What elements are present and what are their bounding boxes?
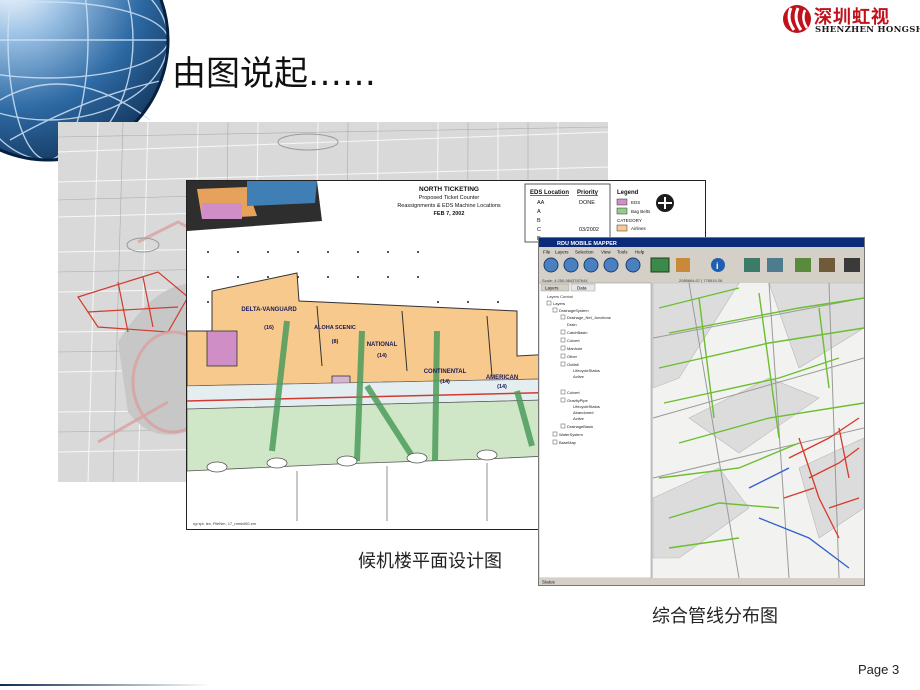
eds-row-location: B bbox=[537, 218, 541, 224]
airline-zone-label: DELTA-VANGUARD bbox=[241, 307, 297, 313]
layer-item[interactable]: Active bbox=[573, 374, 585, 379]
eds-row-priority: 03/2002 bbox=[579, 227, 599, 233]
airline-zone-code: (14) bbox=[440, 379, 450, 385]
layer-item[interactable]: GravityPipe bbox=[567, 398, 588, 403]
slide-title: 由图说起…… bbox=[172, 54, 376, 94]
airline-zone-label: AMERICAN bbox=[486, 375, 518, 381]
info-icon[interactable]: i bbox=[711, 258, 725, 272]
eds-table-header-priority: Priority bbox=[577, 190, 599, 196]
airline-zone-label: NATIONAL bbox=[367, 342, 398, 348]
zoom-out-icon[interactable] bbox=[563, 257, 579, 273]
plane-icon bbox=[656, 194, 674, 212]
edit-icon[interactable] bbox=[819, 258, 835, 272]
gis-menu-tools[interactable]: Tools bbox=[617, 250, 628, 255]
plan-title-line-4: FEB 7, 2002 bbox=[434, 211, 465, 217]
airline-zone-code: (14) bbox=[497, 384, 507, 390]
plan-legend-item: Airlines bbox=[631, 226, 647, 231]
layer-item[interactable]: Outfall bbox=[567, 362, 579, 367]
pan-hand-icon[interactable] bbox=[676, 258, 690, 272]
gis-menu-layers[interactable]: Layers bbox=[555, 250, 569, 255]
airline-zone-code: (14) bbox=[377, 353, 387, 359]
gis-tab-data[interactable]: Data bbox=[577, 286, 587, 291]
airline-zone-label: ALOHA SCENIC bbox=[314, 325, 356, 331]
plan-title-line-2: Proposed Ticket Counter bbox=[419, 195, 480, 201]
gis-coordinate-readout: 2085664.07 | 776519.26 bbox=[679, 278, 723, 283]
plan-legend-item: EDS bbox=[631, 200, 640, 205]
layer-item[interactable]: DrainageBasin bbox=[567, 424, 593, 429]
draw-icon[interactable] bbox=[795, 258, 811, 272]
plan-title-line-3: Reassignments & EDS Machine Locations bbox=[397, 203, 501, 209]
logo-emblem-icon bbox=[783, 5, 811, 33]
layer-item[interactable]: Layers bbox=[553, 301, 565, 306]
overview-map-icon[interactable] bbox=[650, 257, 670, 273]
company-logo: 深圳虹视 SHENZHEN HONGSHI bbox=[780, 2, 920, 42]
gis-status-label: Status bbox=[542, 580, 556, 585]
measure-icon[interactable] bbox=[744, 258, 760, 272]
gis-scale-readout: Scale: 4:250,9843787644 bbox=[542, 278, 588, 283]
layers-control-label: Layers Control bbox=[547, 294, 573, 299]
zoom-in-icon[interactable] bbox=[543, 257, 559, 273]
plan-legend-item: Bag Belts bbox=[631, 209, 651, 214]
layer-item[interactable]: CatchBasin bbox=[567, 330, 587, 335]
zoom-extent-icon[interactable] bbox=[583, 257, 599, 273]
gis-menu-view[interactable]: View bbox=[601, 250, 611, 255]
plan-legend-title: Legend bbox=[617, 190, 639, 196]
airline-zone-label: CONTINENTAL bbox=[424, 369, 467, 375]
gis-menu-help[interactable]: Help bbox=[635, 250, 645, 255]
eds-row-priority: DONE bbox=[579, 200, 595, 206]
gis-tab-layers[interactable]: Layers bbox=[545, 286, 559, 291]
layer-item[interactable]: WaterSystem bbox=[559, 432, 584, 437]
layer-item[interactable]: BaseMap bbox=[559, 440, 577, 445]
layer-item[interactable]: LifecycleStatus bbox=[573, 404, 600, 409]
eds-row-location: A bbox=[537, 209, 541, 215]
trace-icon[interactable] bbox=[844, 258, 860, 272]
search-icon[interactable] bbox=[625, 257, 641, 273]
layer-item[interactable]: Culvert bbox=[567, 390, 581, 395]
layer-item[interactable]: Abandoned bbox=[573, 410, 593, 415]
layer-item[interactable]: Active bbox=[573, 416, 585, 421]
layer-item[interactable]: Drainage_Net_Junctions bbox=[567, 315, 611, 320]
gis-menu-file[interactable]: File bbox=[543, 250, 551, 255]
svg-text:i: i bbox=[716, 261, 719, 271]
eds-row-location: AA bbox=[537, 200, 545, 206]
brand-name-en: SHENZHEN HONGSHI bbox=[815, 25, 920, 35]
layer-item[interactable]: LifecycleStatus bbox=[573, 368, 600, 373]
airline-zone-code: (16) bbox=[264, 325, 274, 331]
plan-legend-item: CATEGORY bbox=[617, 218, 642, 223]
zoom-layer-icon[interactable] bbox=[603, 257, 619, 273]
layer-item[interactable]: Drain bbox=[567, 322, 577, 327]
gis-window-title: RDU MOBILE MAPPER bbox=[557, 241, 617, 247]
layer-item[interactable]: Culvert bbox=[567, 338, 581, 343]
plan-footer: rg=rpt, lev, FileNm, 17_nrmlvl00.xm bbox=[193, 521, 257, 526]
page-number: Page 3 bbox=[858, 662, 900, 677]
airline-zone-code: (8) bbox=[332, 339, 339, 345]
gis-menu-selection[interactable]: Selection bbox=[575, 250, 594, 255]
plan-title-line-1: NORTH TICKETING bbox=[419, 186, 479, 193]
route-icon[interactable] bbox=[767, 258, 783, 272]
eds-table-header-location: EDS Location bbox=[530, 190, 569, 196]
layer-item[interactable]: Other bbox=[567, 354, 578, 359]
pipeline-map-caption: 综合管线分布图 bbox=[652, 606, 778, 627]
layer-item[interactable]: Manhole bbox=[567, 346, 583, 351]
eds-row-location: C bbox=[537, 227, 541, 233]
gis-mapper-window: RDU MOBILE MAPPER File Layers Selection … bbox=[538, 237, 865, 586]
layer-item[interactable]: DrainageSystem bbox=[559, 308, 589, 313]
footer-divider bbox=[0, 684, 210, 686]
floor-plan-caption: 候机楼平面设计图 bbox=[358, 551, 502, 572]
